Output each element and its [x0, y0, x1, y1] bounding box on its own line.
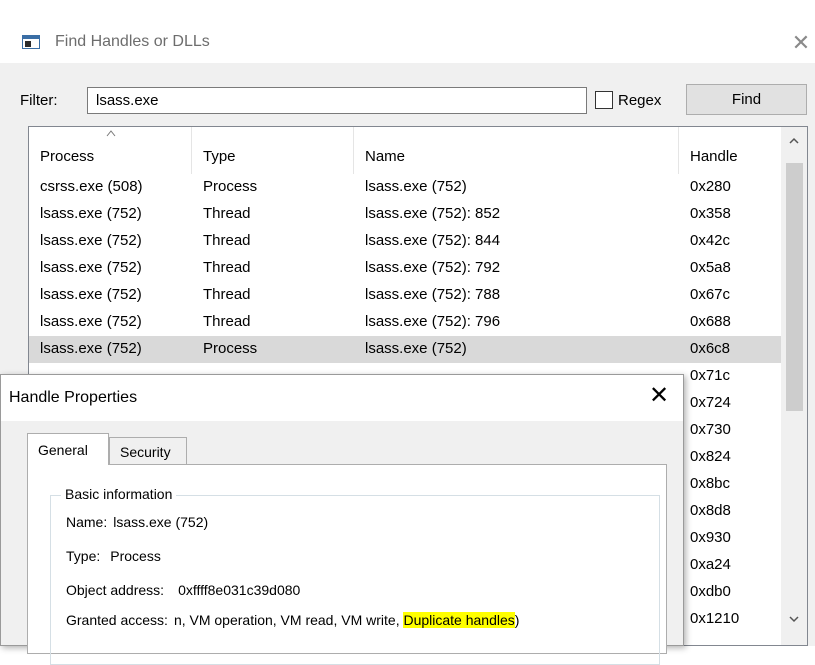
column-header-type[interactable]: Type: [192, 127, 354, 174]
table-row-selected[interactable]: lsass.exe (752) Process lsass.exe (752) 0x6…: [29, 336, 781, 363]
basic-information-group: Basic information Name: lsass.exe (752) T…: [50, 486, 660, 665]
window-app-icon: [22, 35, 40, 49]
granted-access-field: Granted access: n, VM operation, VM read,…: [66, 612, 519, 628]
cell-name: lsass.exe (752): 852: [365, 205, 501, 222]
cell-handle: 0x71c: [690, 367, 731, 384]
granted-access-value: n, VM operation, VM read, VM write,: [173, 612, 400, 628]
cell-handle: 0x8d8: [690, 502, 731, 519]
regex-checkbox[interactable]: [595, 91, 613, 109]
cell-handle: 0x358: [690, 205, 731, 222]
general-tab-panel: Basic information Name: lsass.exe (752) T…: [27, 464, 667, 665]
cell-name: lsass.exe (752): 796: [365, 313, 501, 330]
cell-handle: 0xa24: [690, 556, 731, 573]
find-window-titlebar[interactable]: Find Handles or DLLs ✕: [0, 22, 815, 64]
cell-name: lsass.exe (752): 792: [365, 259, 501, 276]
filter-input-value: lsass.exe: [96, 92, 159, 109]
cell-handle: 0x930: [690, 529, 731, 546]
close-icon[interactable]: ✕: [647, 381, 671, 410]
table-row[interactable]: lsass.exe (752) Thread lsass.exe (752): 85…: [29, 201, 781, 228]
column-header-label: Handle: [690, 148, 738, 165]
dialog-title: Handle Properties: [9, 389, 138, 406]
granted-access-label: Granted access:: [66, 612, 168, 628]
filter-input[interactable]: lsass.exe: [87, 87, 587, 114]
group-title: Basic information: [61, 486, 177, 502]
truncated-background-text: [60, 0, 620, 12]
find-window-title: Find Handles or DLLs: [55, 33, 210, 50]
cell-handle: 0x5a8: [690, 259, 731, 276]
cell-handle: 0x8bc: [690, 475, 731, 492]
cell-type: Thread: [203, 286, 251, 303]
cell-handle: 0x730: [690, 421, 731, 438]
granted-access-tail: ): [514, 612, 520, 628]
table-row[interactable]: lsass.exe (752) Thread lsass.exe (752): 79…: [29, 255, 781, 282]
scrollbar-thumb[interactable]: [786, 163, 803, 411]
tab-label: General: [38, 442, 88, 458]
cell-handle: 0x824: [690, 448, 731, 465]
cell-name: lsass.exe (752): [365, 340, 467, 357]
scroll-up-icon[interactable]: [788, 135, 800, 147]
handle-properties-dialog: Handle Properties ✕ General Security Bas…: [0, 374, 684, 665]
cell-process: lsass.exe (752): [40, 313, 142, 330]
type-label: Type:: [66, 548, 101, 564]
cell-type: Thread: [203, 232, 251, 249]
cell-process: lsass.exe (752): [40, 340, 142, 357]
object-address-field: Object address: 0xffff8e031c39d080: [66, 582, 300, 598]
cell-handle: 0x688: [690, 313, 731, 330]
find-button[interactable]: Find: [686, 84, 807, 115]
tab-label: Security: [120, 444, 171, 460]
object-address-value: 0xffff8e031c39d080: [178, 582, 301, 598]
granted-access-highlight: Duplicate handles: [403, 612, 515, 628]
cell-process: lsass.exe (752): [40, 286, 142, 303]
column-header-label: Type: [203, 148, 236, 165]
cell-handle: 0x280: [690, 178, 731, 195]
cell-type: Thread: [203, 313, 251, 330]
background-window-strip: [0, 0, 815, 22]
cell-handle: 0x67c: [690, 286, 731, 303]
column-header-process[interactable]: Process: [29, 127, 192, 174]
column-header-name[interactable]: Name: [354, 127, 679, 174]
name-label: Name:: [66, 514, 108, 530]
cell-name: lsass.exe (752): 844: [365, 232, 501, 249]
cell-process: lsass.exe (752): [40, 232, 142, 249]
sort-ascending-icon: [106, 130, 116, 137]
scroll-down-icon[interactable]: [788, 613, 800, 625]
type-field: Type: Process: [66, 548, 161, 564]
cell-process: lsass.exe (752): [40, 205, 142, 222]
vertical-scrollbar[interactable]: [781, 127, 807, 645]
name-field: Name: lsass.exe (752): [66, 514, 208, 530]
cell-type: Process: [203, 340, 258, 357]
cell-type: Process: [203, 178, 258, 195]
close-icon[interactable]: ✕: [790, 30, 812, 56]
name-value: lsass.exe (752): [113, 514, 209, 530]
table-row[interactable]: lsass.exe (752) Thread lsass.exe (752): 79…: [29, 309, 781, 336]
cell-handle: 0xdb0: [690, 583, 731, 600]
filter-label: Filter:: [20, 92, 58, 109]
cell-name: lsass.exe (752): 788: [365, 286, 501, 303]
column-header-label: Name: [365, 148, 406, 165]
table-row[interactable]: lsass.exe (752) Thread lsass.exe (752): 84…: [29, 228, 781, 255]
cell-type: Thread: [203, 259, 251, 276]
cell-handle: 0x6c8: [690, 340, 731, 357]
cell-name: lsass.exe (752): [365, 178, 467, 195]
table-row[interactable]: csrss.exe (508) Process lsass.exe (752) 0x2…: [29, 174, 781, 201]
column-header-handle[interactable]: Handle: [679, 127, 781, 174]
object-address-label: Object address:: [66, 582, 165, 598]
cell-process: csrss.exe (508): [40, 178, 143, 195]
cell-handle: 0x42c: [690, 232, 731, 249]
cell-type: Thread: [203, 205, 251, 222]
type-value: Process: [110, 548, 161, 564]
cell-handle: 0x724: [690, 394, 731, 411]
tab-general[interactable]: General: [27, 433, 109, 465]
column-header-label: Process: [40, 148, 95, 165]
handle-properties-titlebar[interactable]: Handle Properties ✕: [1, 375, 683, 421]
cell-handle: 0x1210: [690, 610, 740, 627]
tab-security[interactable]: Security: [109, 437, 187, 465]
regex-label[interactable]: Regex: [618, 92, 661, 109]
list-header: Process Type Name Handle: [29, 127, 781, 174]
table-row[interactable]: lsass.exe (752) Thread lsass.exe (752): 78…: [29, 282, 781, 309]
cell-process: lsass.exe (752): [40, 259, 142, 276]
